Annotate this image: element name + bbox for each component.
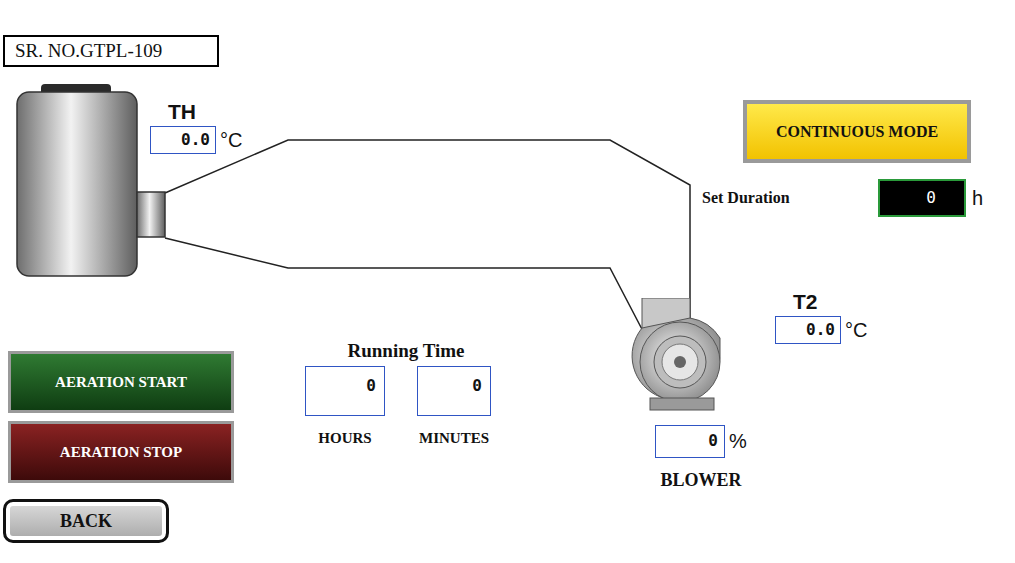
sensor-unit: °C (220, 129, 242, 152)
running-time-label: MINUTES (419, 430, 489, 447)
running-time-value: 0 (305, 366, 385, 416)
mode-button[interactable]: CONTINUOUS MODE (743, 100, 971, 163)
running-time-field: 0 HOURS (305, 366, 385, 447)
set-duration-input[interactable]: 0 (878, 179, 966, 217)
temperature-sensor: T20.0°C (775, 288, 867, 344)
back-button[interactable]: BACK (3, 499, 169, 543)
running-time-title: Running Time (305, 340, 491, 362)
right-panel: CONTINUOUS MODE Set Duration0h (700, 0, 1015, 563)
sensor-unit: °C (845, 319, 867, 342)
tank-icon (15, 84, 167, 278)
set-duration: Set Duration0h (702, 179, 983, 217)
running-time-value: 0 (417, 366, 491, 416)
aeration-button[interactable]: AERATION STOP (8, 421, 234, 483)
blower-value: 0 (655, 425, 725, 458)
serial-number: SR. NO.GTPL-109 (3, 35, 219, 67)
sensor-label: T2 (775, 288, 867, 316)
running-time: Running Time 0 HOURS 0 MINUTES (305, 340, 491, 447)
blower-readout: 0% BLOWER (655, 425, 747, 491)
sensor-label: TH (150, 98, 242, 126)
set-duration-unit: h (972, 187, 983, 210)
running-time-field: 0 MINUTES (417, 366, 491, 447)
temperature-sensor: TH0.0°C (150, 98, 242, 154)
blower-unit: % (729, 430, 747, 453)
sensor-value: 0.0 (150, 126, 216, 154)
running-time-label: HOURS (318, 430, 371, 447)
blower-icon (628, 298, 732, 414)
aeration-screen: TH0.0°CT20.0°CRunning Time0HOURS0MINUTES… (0, 0, 1015, 563)
blower-label: BLOWER (660, 470, 741, 491)
sensor-value: 0.0 (775, 316, 841, 344)
aeration-button[interactable]: AERATION START (8, 351, 234, 413)
set-duration-label: Set Duration (702, 189, 878, 207)
left-panel: SR. NO.GTPL-109 AERATION START AERATION ST… (0, 0, 236, 563)
